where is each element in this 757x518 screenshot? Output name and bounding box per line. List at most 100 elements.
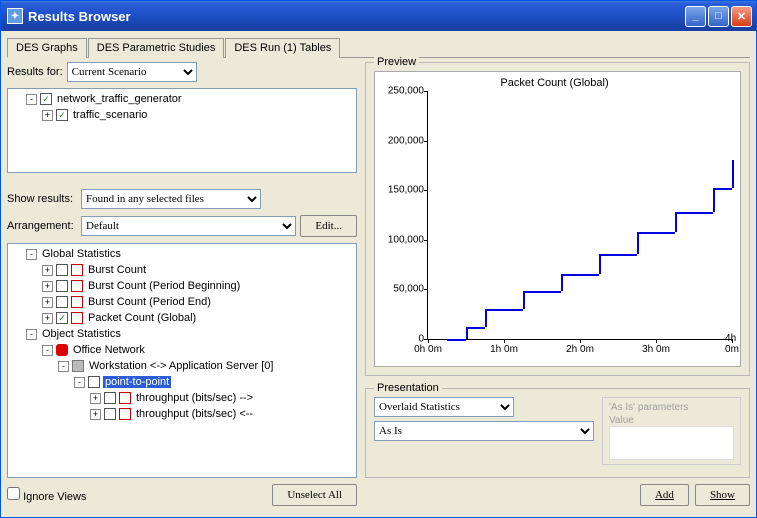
tree-item[interactable]: - Workstation <-> Application Server [0]	[10, 358, 354, 374]
expand-icon[interactable]: +	[42, 265, 53, 276]
ignore-views-label[interactable]: Ignore Views	[7, 487, 86, 503]
tree-item[interactable]: +✓ Packet Count (Global)	[10, 310, 354, 326]
checkbox-icon[interactable]: ✓	[40, 93, 52, 105]
tree-item[interactable]: + Burst Count (Period Beginning)	[10, 278, 354, 294]
pdf-icon	[71, 296, 83, 308]
show-results-label: Show results:	[7, 193, 77, 205]
window-title: Results Browser	[28, 9, 685, 24]
tree-item[interactable]: + Burst Count	[10, 262, 354, 278]
add-button[interactable]: Add	[640, 484, 689, 506]
chart-plot-area: 050,000100,000150,000200,000250,0000h 0m…	[427, 91, 732, 340]
expand-icon[interactable]: +	[42, 297, 53, 308]
tree-item-label: Burst Count (Period Beginning)	[86, 280, 242, 292]
tree-item[interactable]: - point-to-point	[10, 374, 354, 390]
statistics-tree[interactable]: -Global Statistics+Burst Count+Burst Cou…	[7, 243, 357, 478]
red-icon	[56, 344, 68, 356]
x-tick: 4h 0m	[725, 333, 739, 355]
maximize-button[interactable]: □	[708, 6, 729, 27]
x-tick: 3h 0m	[642, 344, 670, 355]
expand-icon[interactable]: -	[26, 94, 37, 105]
expand-icon[interactable]: -	[42, 345, 53, 356]
ignore-views-checkbox[interactable]	[7, 487, 20, 500]
tree-item-label: Burst Count	[86, 264, 148, 276]
tab-des-parametric-studies[interactable]: DES Parametric Studies	[88, 38, 225, 58]
checkbox-icon[interactable]: ✓	[56, 109, 68, 121]
expand-icon[interactable]: +	[42, 281, 53, 292]
presentation-legend: Presentation	[374, 382, 442, 394]
scenario-tree[interactable]: -✓network_traffic_generator+✓traffic_sce…	[7, 88, 357, 173]
show-results-select[interactable]: Found in any selected files	[81, 189, 261, 209]
expand-icon[interactable]: -	[74, 377, 85, 388]
tree-item-label: throughput (bits/sec) <--	[134, 408, 255, 420]
tab-strip: DES GraphsDES Parametric StudiesDES Run …	[7, 37, 750, 58]
expand-icon[interactable]: -	[58, 361, 69, 372]
expand-icon[interactable]: -	[26, 329, 37, 340]
preview-legend: Preview	[374, 56, 419, 68]
tree-item[interactable]: -Global Statistics	[10, 246, 354, 262]
app-window: ✦ Results Browser _ □ ✕ DES GraphsDES Pa…	[0, 0, 757, 518]
tree-item-label: Workstation <-> Application Server [0]	[87, 360, 275, 372]
preview-group: Preview Packet Count (Global) 050,000100…	[365, 62, 750, 376]
content-area: DES GraphsDES Parametric StudiesDES Run …	[1, 31, 756, 517]
tree-item-label: network_traffic_generator	[55, 93, 184, 105]
y-tick: 150,000	[376, 185, 424, 196]
tree-item-label: traffic_scenario	[71, 109, 149, 121]
tree-item[interactable]: -Object Statistics	[10, 326, 354, 342]
tree-item[interactable]: +✓traffic_scenario	[10, 107, 354, 123]
y-tick: 100,000	[376, 234, 424, 245]
y-tick: 0	[376, 334, 424, 345]
tree-item-label: point-to-point	[103, 376, 171, 388]
preview-chart: Packet Count (Global) 050,000100,000150,…	[374, 71, 741, 367]
expand-icon[interactable]: +	[90, 409, 101, 420]
tree-item-label: throughput (bits/sec) -->	[134, 392, 255, 404]
expand-icon[interactable]: -	[26, 249, 37, 260]
as-is-parameters: 'As Is' parameters Value	[602, 397, 741, 465]
unselect-all-button[interactable]: Unselect All	[272, 484, 357, 506]
pdf-icon	[71, 280, 83, 292]
tree-item-label: Object Statistics	[40, 328, 123, 340]
x-tick: 2h 0m	[566, 344, 594, 355]
checkbox-icon[interactable]	[56, 280, 68, 292]
as-is-value-box	[609, 426, 734, 460]
checkbox-icon[interactable]	[104, 392, 116, 404]
tree-item-label: Office Network	[71, 344, 147, 356]
titlebar[interactable]: ✦ Results Browser _ □ ✕	[1, 1, 756, 31]
tab-des-run-1-tables[interactable]: DES Run (1) Tables	[225, 38, 340, 58]
tree-item-label: Packet Count (Global)	[86, 312, 198, 324]
checkbox-icon[interactable]	[104, 408, 116, 420]
minimize-button[interactable]: _	[685, 6, 706, 27]
results-for-select[interactable]: Current Scenario	[67, 62, 197, 82]
presentation-group: Presentation Overlaid Statistics As Is '…	[365, 388, 750, 478]
checkbox-icon[interactable]	[56, 296, 68, 308]
expand-icon[interactable]: +	[42, 110, 53, 121]
x-tick: 0h 0m	[414, 344, 442, 355]
left-panel: Results for: Current Scenario -✓network_…	[7, 62, 357, 506]
tree-item[interactable]: -✓network_traffic_generator	[10, 91, 354, 107]
show-button[interactable]: Show	[695, 484, 750, 506]
mode-select[interactable]: As Is	[374, 421, 594, 441]
checkbox-icon[interactable]	[88, 376, 100, 388]
tree-item[interactable]: + throughput (bits/sec) <--	[10, 406, 354, 422]
tree-item-label: Burst Count (Period End)	[86, 296, 213, 308]
tab-des-graphs[interactable]: DES Graphs	[7, 38, 87, 58]
checkbox-icon[interactable]	[56, 264, 68, 276]
expand-icon[interactable]: +	[42, 313, 53, 324]
y-tick: 50,000	[376, 284, 424, 295]
pdf-icon	[119, 392, 131, 404]
checkbox-icon[interactable]: ✓	[56, 312, 68, 324]
overlay-select[interactable]: Overlaid Statistics	[374, 397, 514, 417]
tree-item[interactable]: + throughput (bits/sec) -->	[10, 390, 354, 406]
close-button[interactable]: ✕	[731, 6, 752, 27]
tree-item[interactable]: + Burst Count (Period End)	[10, 294, 354, 310]
app-icon: ✦	[7, 8, 23, 24]
right-panel: Preview Packet Count (Global) 050,000100…	[365, 62, 750, 506]
edit-button[interactable]: Edit...	[300, 215, 357, 237]
expand-icon[interactable]: +	[90, 393, 101, 404]
results-for-label: Results for:	[7, 66, 63, 78]
arrangement-select[interactable]: Default	[81, 216, 296, 236]
tree-item[interactable]: - Office Network	[10, 342, 354, 358]
arrangement-label: Arrangement:	[7, 220, 77, 232]
tree-item-label: Global Statistics	[40, 248, 123, 260]
y-tick: 200,000	[376, 135, 424, 146]
gray-icon	[72, 360, 84, 372]
